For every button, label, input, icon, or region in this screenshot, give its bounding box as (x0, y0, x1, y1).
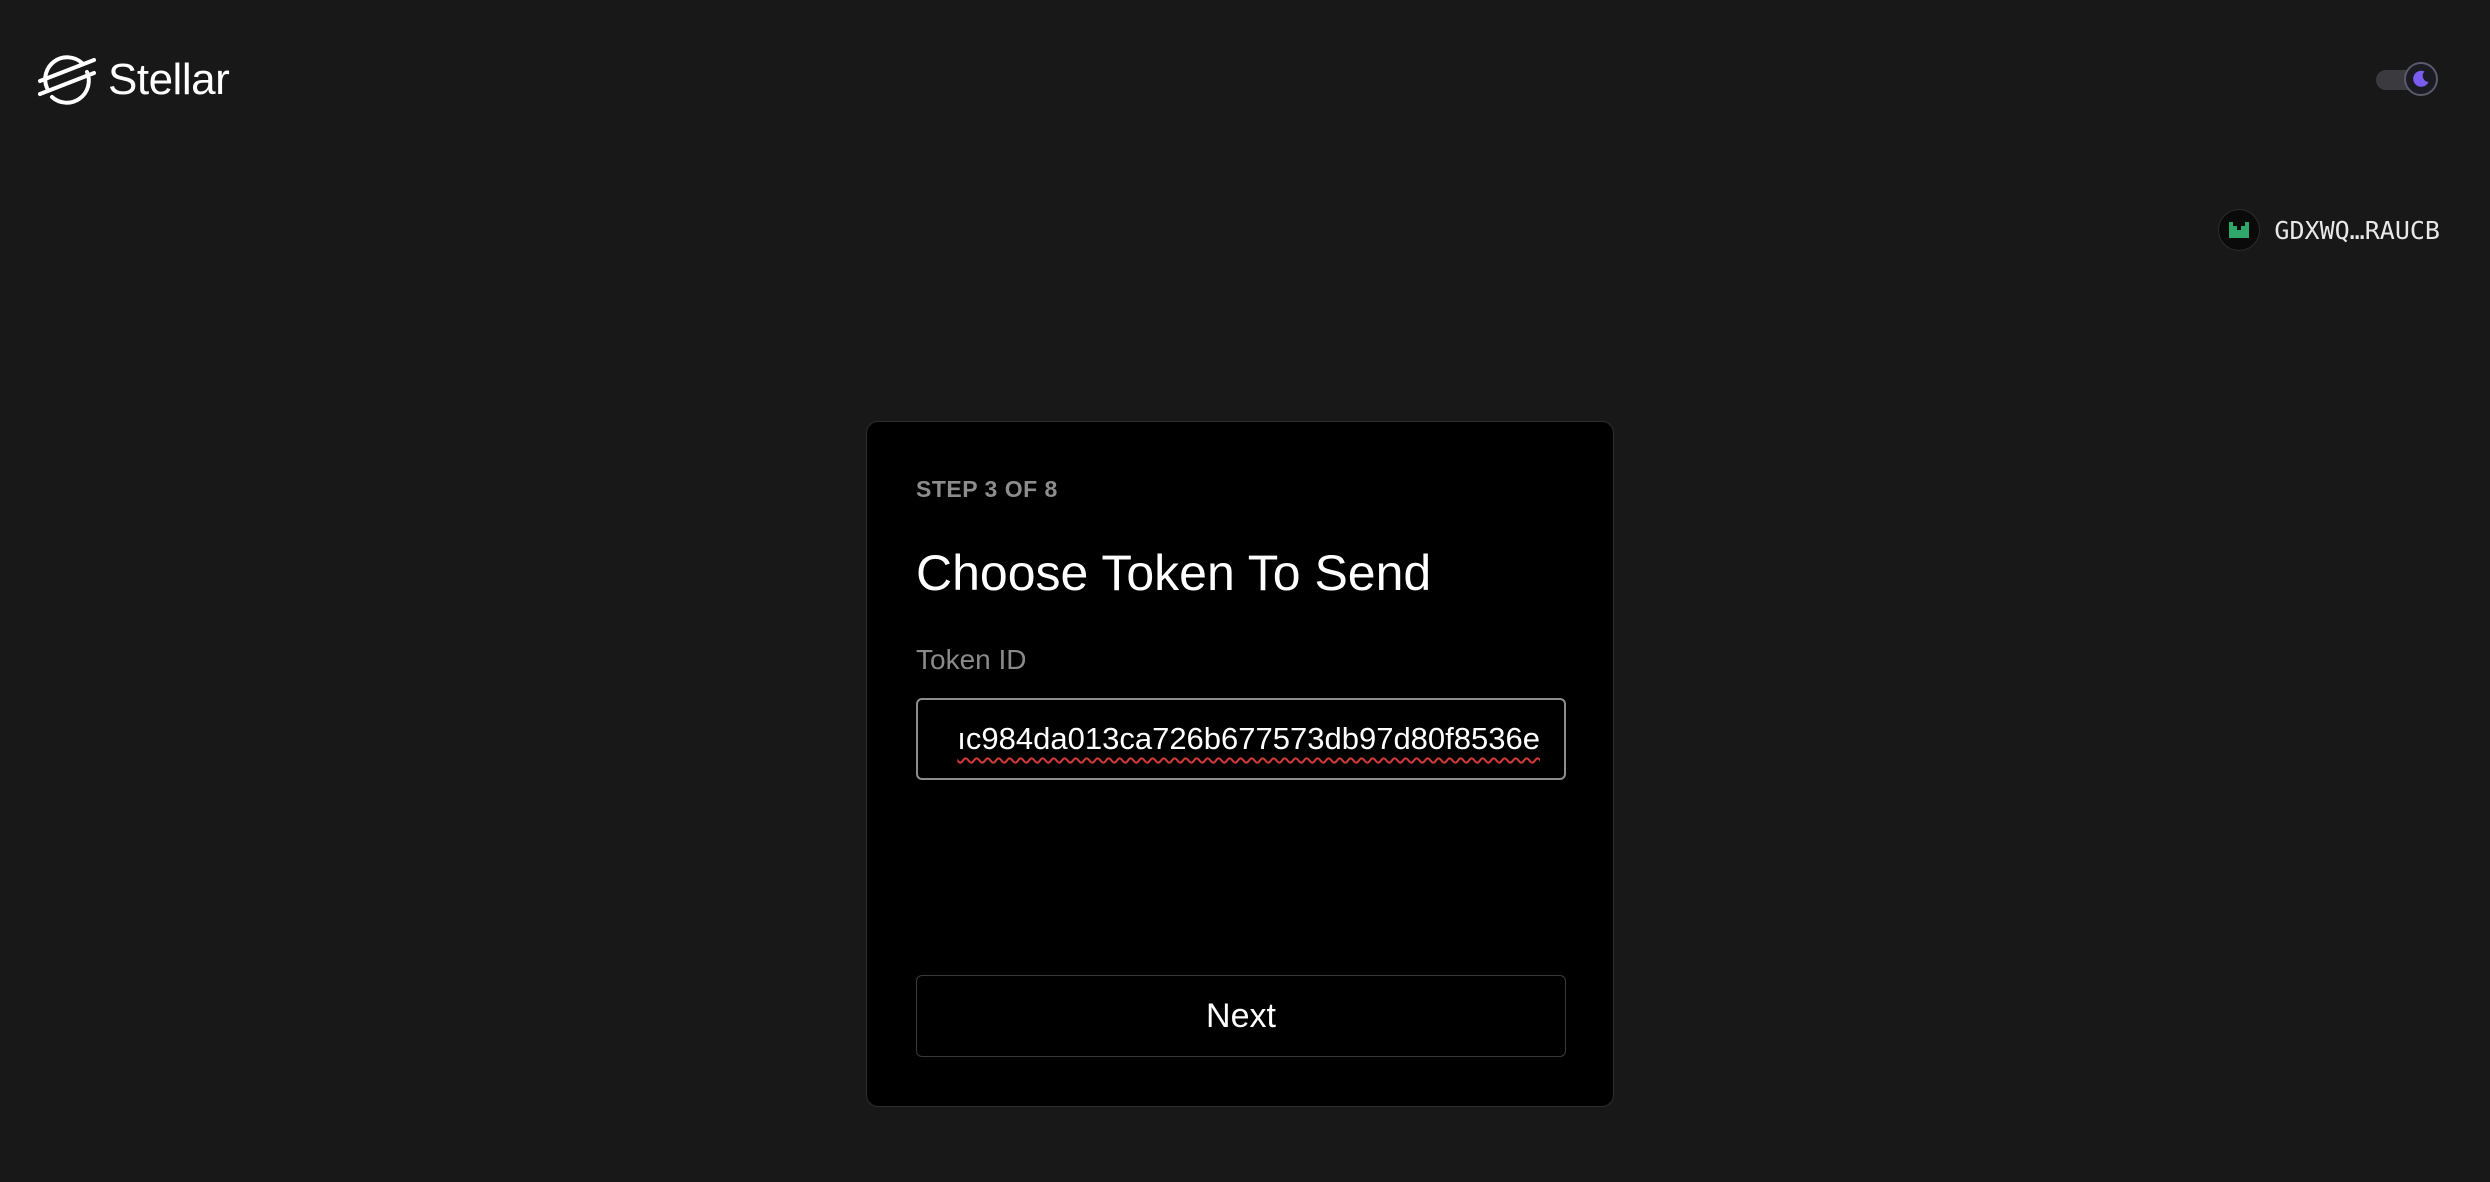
next-button[interactable]: Next (916, 975, 1566, 1057)
brand-name: Stellar (108, 55, 230, 104)
identicon-icon (2229, 222, 2250, 238)
token-id-label: Token ID (916, 644, 1027, 675)
toggle-knob (2404, 62, 2438, 96)
account-button[interactable]: GDXWQ…RAUCB (2218, 208, 2440, 252)
moon-icon (2413, 70, 2429, 87)
stellar-logo-icon (38, 55, 96, 105)
avatar (2218, 209, 2261, 251)
stellar-logo[interactable]: Stellar (38, 54, 230, 106)
page: Stellar GDXWQ…RAUCB STEP 3 OF 8 Choose T… (0, 0, 2490, 1182)
theme-toggle[interactable] (2374, 62, 2440, 98)
page-title: Choose Token To Send (916, 545, 1432, 601)
send-token-card: STEP 3 OF 8 Choose Token To Send Token I… (866, 421, 1614, 1107)
account-address: GDXWQ…RAUCB (2274, 215, 2440, 245)
token-id-input[interactable]: ıc984da013ca726b677573db97d80f8536e (916, 698, 1566, 780)
step-indicator: STEP 3 OF 8 (916, 476, 1058, 502)
token-id-value: ıc984da013ca726b677573db97d80f8536e (957, 721, 1540, 756)
